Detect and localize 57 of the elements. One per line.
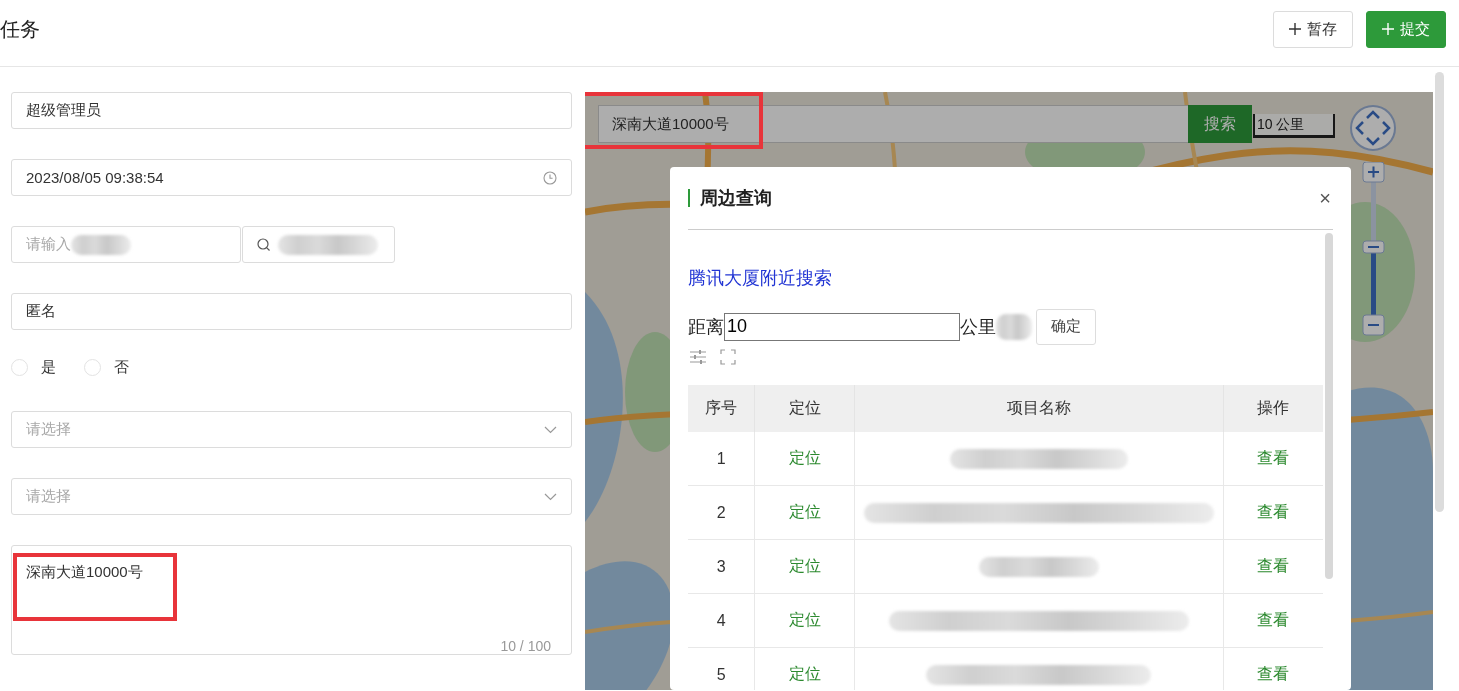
link[interactable]: 腾讯大厦附近搜索 (688, 266, 832, 290)
fullscreen-icon (720, 349, 736, 365)
table-cell: 4 (688, 593, 755, 648)
view-link[interactable]: 查看 (1251, 609, 1296, 632)
distance-field[interactable]: 10 (724, 312, 960, 341)
save-draft-button[interactable]: 暂存 (1273, 10, 1353, 48)
map-search-field[interactable]: 深南大道10000号 (598, 105, 1190, 143)
view-link[interactable]: 查看 (1251, 501, 1296, 524)
scrollbar[interactable] (1325, 233, 1333, 579)
distance-label: 距离 (688, 315, 724, 339)
select-field[interactable]: 请选择 (11, 411, 572, 448)
view-link[interactable]: 查看 (1251, 663, 1296, 686)
chevron-down-icon (544, 425, 557, 434)
radio-label: 是 (41, 358, 56, 377)
datetime-field[interactable]: 2023/08/05 09:38:54 (11, 159, 572, 196)
table-cell: 3 (688, 539, 755, 594)
textarea-field[interactable]: 深南大道10000号 10 / 100 (11, 545, 572, 655)
plus-icon (1289, 23, 1301, 35)
plus-icon (1382, 23, 1394, 35)
column-header: 操作 (1223, 385, 1323, 432)
search-button[interactable]: 搜索 (1188, 105, 1252, 143)
radio-label: 否 (114, 358, 129, 377)
submit-button[interactable]: 提交 (1366, 10, 1446, 48)
chevron-down-icon (544, 492, 557, 501)
text-field[interactable]: 匿名 (11, 293, 572, 330)
blurred-text (996, 313, 1032, 340)
scrollbar[interactable] (1435, 72, 1444, 512)
select-field[interactable]: 请选择 (11, 478, 572, 515)
map-scale: 10 公里 (1253, 114, 1335, 138)
table-cell: 2 (688, 485, 755, 540)
text-field[interactable]: 超级管理员 (11, 92, 572, 129)
pan-control-icon (1349, 104, 1397, 152)
locate-link[interactable]: 定位 (782, 447, 827, 470)
locate-link[interactable]: 定位 (782, 663, 827, 686)
locate-link[interactable]: 定位 (782, 609, 827, 632)
search-field[interactable] (242, 226, 395, 263)
character-counter: 10 / 100 (500, 638, 551, 654)
locate-link[interactable]: 定位 (782, 501, 827, 524)
table-cell: 5 (688, 647, 755, 690)
view-link[interactable]: 查看 (1251, 447, 1296, 470)
search-icon (257, 238, 270, 251)
column-header: 项目名称 (854, 385, 1224, 432)
column-header: 序号 (688, 385, 755, 432)
column-header: 定位 (754, 385, 855, 432)
page-title: 任务 (0, 16, 40, 42)
blurred-text (71, 234, 131, 255)
confirm-button[interactable]: 确定 (1036, 308, 1096, 345)
unit-label: 公里 (960, 315, 996, 339)
filter-settings-icon (690, 349, 706, 365)
clock-icon (543, 170, 557, 185)
table-cell: 1 (688, 432, 755, 486)
locate-link[interactable]: 定位 (782, 555, 827, 578)
zoom-slider-icon (1362, 162, 1385, 336)
view-link[interactable]: 查看 (1251, 555, 1296, 578)
text-field[interactable]: 请输入 (11, 226, 241, 263)
close-button[interactable]: × (1319, 186, 1331, 210)
dialog-title: 周边查询 (688, 189, 772, 207)
